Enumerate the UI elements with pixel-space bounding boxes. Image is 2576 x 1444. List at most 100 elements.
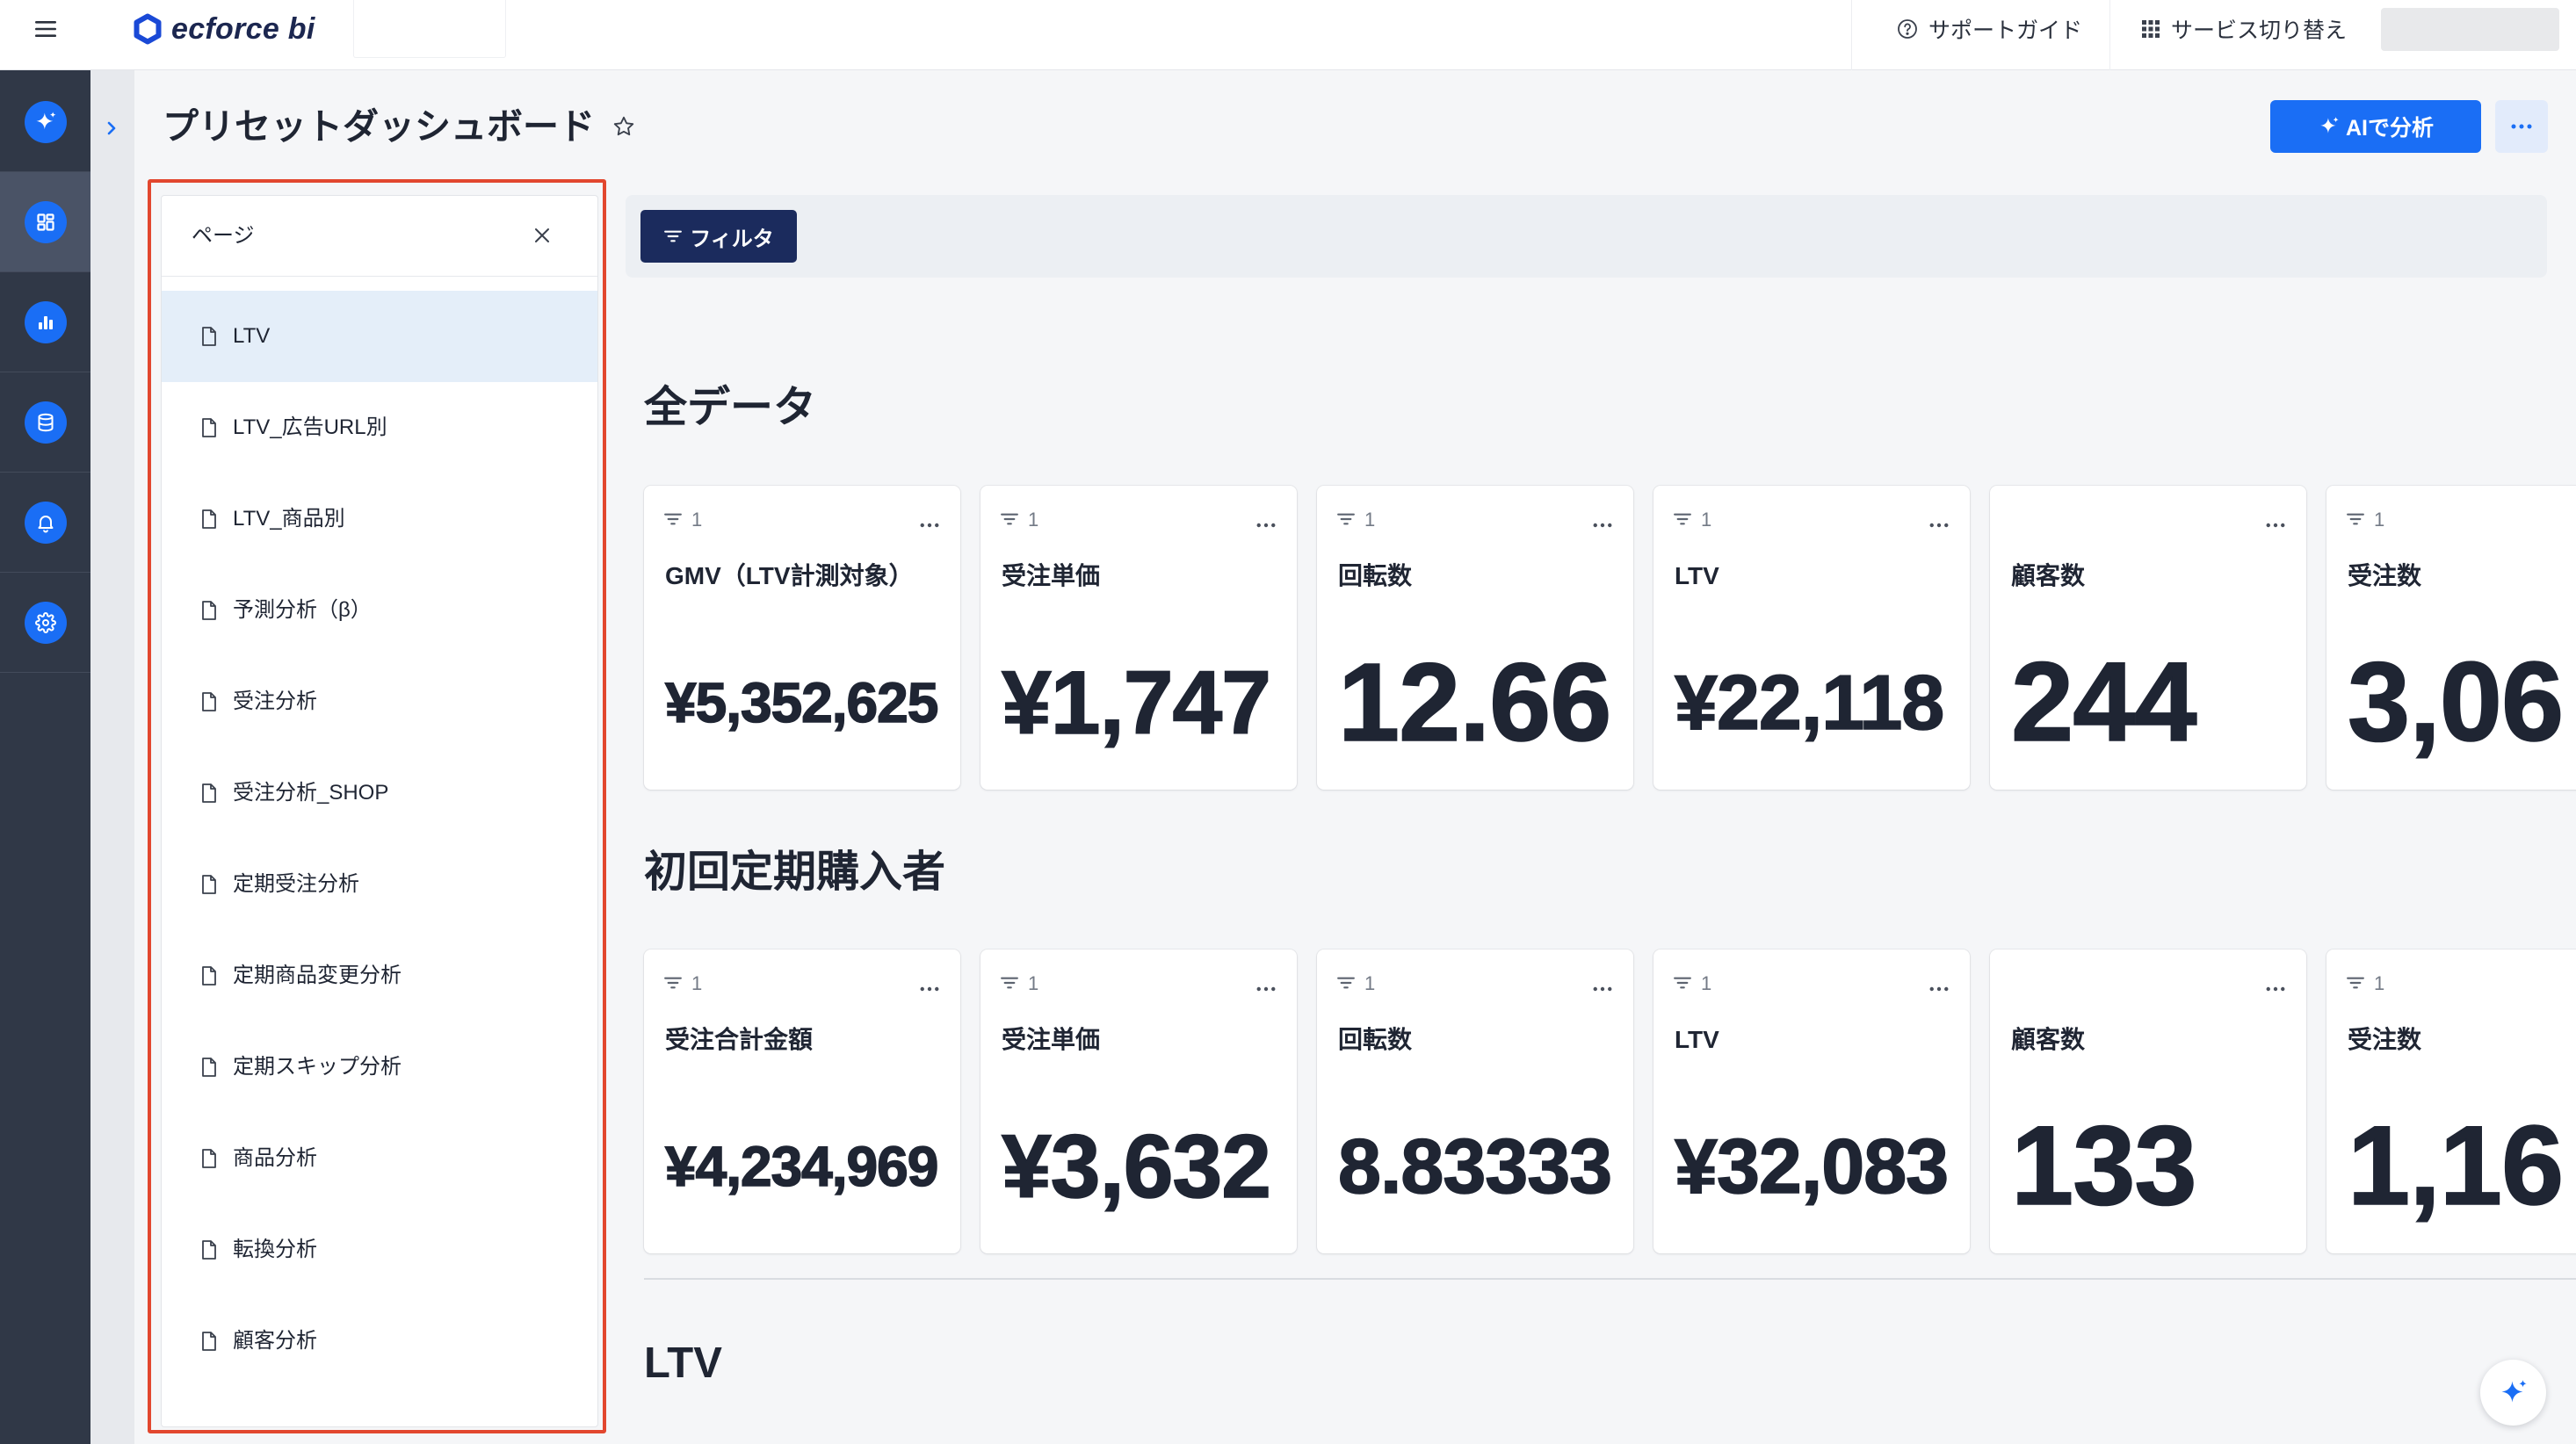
more-options-icon[interactable] xyxy=(1256,516,1276,532)
kpi-label: LTV xyxy=(1675,562,1719,589)
more-options-icon[interactable] xyxy=(2266,516,2285,532)
kpi-card[interactable]: 1 LTV ¥22,118 xyxy=(1653,486,1970,790)
ai-analyze-button-label: AIで分析 xyxy=(2345,116,2434,141)
kpi-value-area: 8.83333 xyxy=(1337,1090,1619,1243)
kpi-value: ¥22,118 xyxy=(1674,659,1945,746)
page-more-button[interactable] xyxy=(2495,100,2548,153)
filter-count: 1 xyxy=(1701,509,1712,531)
filter-count: 1 xyxy=(691,509,703,531)
sidebar-item-ai[interactable] xyxy=(0,72,90,172)
user-account-placeholder[interactable] xyxy=(2381,8,2559,51)
filter-icon xyxy=(1336,972,1356,995)
kpi-value: 1,16 xyxy=(2347,1103,2565,1229)
bar-chart-icon xyxy=(24,300,67,343)
sidebar-item-data[interactable] xyxy=(0,372,90,473)
star-icon[interactable] xyxy=(611,114,636,139)
service-switch-link[interactable]: サービス切り替え xyxy=(2141,11,2347,47)
card-filter-indicator[interactable]: 1 xyxy=(1673,972,1711,995)
kpi-card[interactable]: 1 受注数 3,06 xyxy=(2326,486,2576,790)
kpi-card[interactable]: 顧客数 244 xyxy=(1990,486,2306,790)
sparkle-icon xyxy=(2320,117,2339,134)
more-options-icon[interactable] xyxy=(1256,980,1276,996)
more-options-icon[interactable] xyxy=(2266,980,2285,996)
page-list-item[interactable]: 定期受注分析 xyxy=(162,839,597,930)
kpi-card[interactable]: 1 受注数 1,16 xyxy=(2326,949,2576,1253)
filter-button-label: フィルタ xyxy=(690,227,774,251)
more-options-icon[interactable] xyxy=(1929,516,1949,532)
page-list-item[interactable]: 受注分析 xyxy=(162,656,597,747)
kpi-label: 受注単価 xyxy=(1002,1026,1101,1053)
support-guide-link[interactable]: サポートガイド xyxy=(1897,11,2082,47)
service-switch-label: サービス切り替え xyxy=(2171,18,2348,43)
database-icon xyxy=(24,401,67,444)
kpi-card[interactable]: 1 LTV ¥32,083 xyxy=(1653,949,1970,1253)
kpi-label: 顧客数 xyxy=(2011,562,2086,589)
kpi-label: 受注数 xyxy=(2348,562,2422,589)
kpi-card[interactable]: 1 受注合計金額 ¥4,234,969 xyxy=(644,949,960,1253)
document-icon xyxy=(200,1331,218,1356)
more-options-icon[interactable] xyxy=(1593,980,1612,996)
more-options-icon xyxy=(2511,124,2532,129)
kpi-value-area: 12.66 xyxy=(1337,626,1619,779)
close-icon[interactable] xyxy=(532,226,552,245)
sidebar-item-dashboard[interactable] xyxy=(0,172,90,272)
kpi-value-area: ¥3,632 xyxy=(1001,1090,1283,1243)
page-list-item[interactable]: LTV_商品別 xyxy=(162,473,597,565)
document-icon xyxy=(200,509,218,534)
card-filter-indicator[interactable]: 1 xyxy=(1336,509,1375,531)
page-list-item[interactable]: 商品分析 xyxy=(162,1113,597,1204)
ai-analyze-button[interactable]: AIで分析 xyxy=(2270,100,2481,153)
sidebar-expand-strip[interactable] xyxy=(90,70,134,1444)
sidebar xyxy=(0,70,90,1444)
filter-count: 1 xyxy=(1028,972,1039,994)
card-filter-indicator[interactable]: 1 xyxy=(2346,509,2384,531)
page-list-item-label: 顧客分析 xyxy=(233,1329,317,1353)
page-list-item[interactable]: 顧客分析 xyxy=(162,1296,597,1387)
ai-assistant-fab[interactable] xyxy=(2480,1360,2546,1426)
filter-count: 1 xyxy=(1701,972,1712,994)
card-filter-indicator[interactable]: 1 xyxy=(1000,509,1038,531)
kpi-card[interactable]: 顧客数 133 xyxy=(1990,949,2306,1253)
kpi-value: ¥1,747 xyxy=(1001,653,1272,753)
page-list-item[interactable]: 定期スキップ分析 xyxy=(162,1022,597,1113)
document-icon xyxy=(200,965,218,991)
kpi-card[interactable]: 1 受注単価 ¥1,747 xyxy=(980,486,1297,790)
kpi-card[interactable]: 1 回転数 8.83333 xyxy=(1317,949,1633,1253)
filter-icon xyxy=(2346,972,2365,995)
brand-logo[interactable]: ecforce bi xyxy=(133,11,315,47)
chevron-right-icon[interactable] xyxy=(105,119,118,137)
sidebar-item-notifications[interactable] xyxy=(0,473,90,573)
sidebar-item-charts[interactable] xyxy=(0,272,90,372)
more-options-icon[interactable] xyxy=(920,516,939,532)
card-filter-indicator[interactable]: 1 xyxy=(1336,972,1375,995)
kpi-value: ¥5,352,625 xyxy=(664,671,939,734)
card-filter-indicator[interactable]: 1 xyxy=(663,509,702,531)
kpi-value-area: ¥1,747 xyxy=(1001,626,1283,779)
menu-button[interactable] xyxy=(0,0,90,58)
filter-button[interactable]: フィルタ xyxy=(640,210,797,263)
page-list-item[interactable]: LTV_広告URL別 xyxy=(162,382,597,473)
filter-icon xyxy=(1000,972,1019,995)
more-options-icon[interactable] xyxy=(1593,516,1612,532)
filter-count: 1 xyxy=(1028,509,1039,531)
card-filter-indicator[interactable]: 1 xyxy=(1000,972,1038,995)
kpi-value: ¥3,632 xyxy=(1001,1116,1272,1217)
page-list-item[interactable]: 定期商品変更分析 xyxy=(162,930,597,1022)
kpi-card[interactable]: 1 受注単価 ¥3,632 xyxy=(980,949,1297,1253)
card-filter-indicator[interactable]: 1 xyxy=(663,972,702,995)
section-title: 全データ xyxy=(644,384,817,431)
page-list-item[interactable]: 受注分析_SHOP xyxy=(162,747,597,839)
kpi-card[interactable]: 1 回転数 12.66 xyxy=(1317,486,1633,790)
page-list-item[interactable]: 転換分析 xyxy=(162,1204,597,1296)
card-filter-indicator[interactable]: 1 xyxy=(2346,972,2384,995)
page-list-item[interactable]: LTV xyxy=(162,291,597,382)
more-options-icon[interactable] xyxy=(1929,980,1949,996)
document-icon xyxy=(200,874,218,899)
card-filter-indicator[interactable]: 1 xyxy=(1673,509,1711,531)
kpi-card[interactable]: 1 GMV（LTV計測対象） ¥5,352,625 xyxy=(644,486,960,790)
page-list-item[interactable]: 予測分析（β） xyxy=(162,565,597,656)
more-options-icon[interactable] xyxy=(920,980,939,996)
sidebar-item-settings[interactable] xyxy=(0,573,90,673)
page-list-item-label: LTV xyxy=(233,324,271,348)
dashboard-icon xyxy=(24,200,67,243)
